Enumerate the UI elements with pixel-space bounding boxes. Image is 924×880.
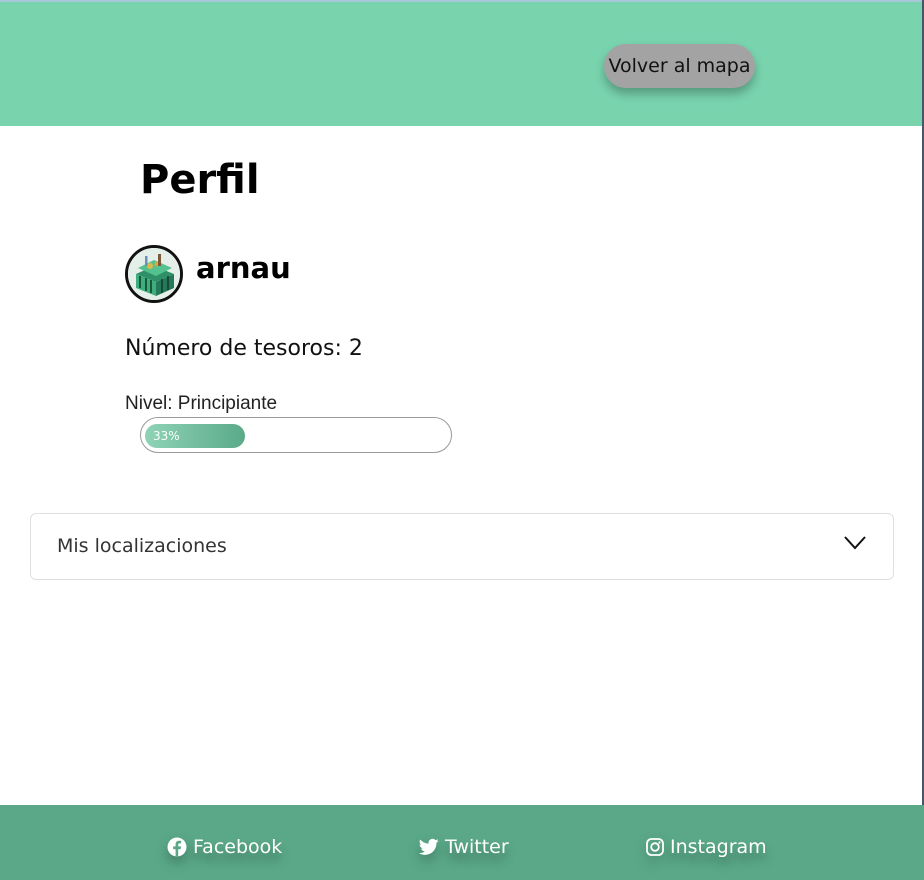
level-progress-fill: 33% <box>145 424 245 448</box>
twitter-label: Twitter <box>445 836 509 858</box>
instagram-icon <box>646 838 664 856</box>
facebook-link[interactable]: Facebook <box>167 833 282 861</box>
instagram-label: Instagram <box>670 836 767 858</box>
my-locations-accordion[interactable]: Mis localizaciones <box>30 513 894 580</box>
facebook-icon <box>167 837 187 857</box>
level-progress-bar: 33% <box>140 417 452 453</box>
level-progress-label: 33% <box>153 429 180 443</box>
avatar <box>125 245 183 303</box>
level-label: Nivel: Principiante <box>125 393 278 414</box>
back-to-map-button[interactable]: Volver al mapa <box>604 44 755 88</box>
top-header: Volver al mapa <box>0 2 922 126</box>
chevron-down-icon[interactable] <box>844 536 866 550</box>
twitter-icon <box>419 838 439 855</box>
username: arnau <box>196 251 291 285</box>
treasure-count: Número de tesoros: 2 <box>125 336 363 361</box>
facebook-label: Facebook <box>193 836 283 858</box>
footer: Facebook Twitter Instagram <box>0 805 924 880</box>
twitter-link[interactable]: Twitter <box>419 833 509 861</box>
instagram-link[interactable]: Instagram <box>646 833 767 861</box>
treasure-chest-icon <box>128 248 180 300</box>
page-title: Perfil <box>140 157 260 203</box>
accordion-label: Mis localizaciones <box>57 535 227 557</box>
